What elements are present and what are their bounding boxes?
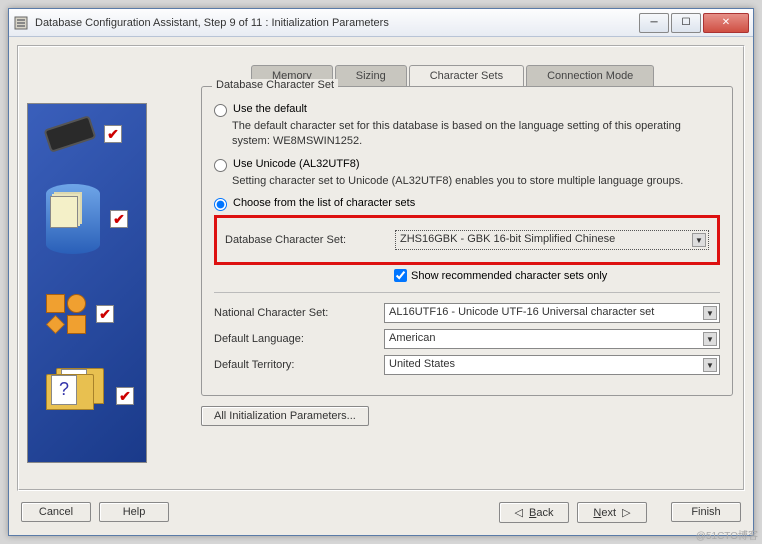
title-bar[interactable]: Database Configuration Assistant, Step 9… <box>9 9 753 37</box>
chevron-down-icon: ▼ <box>692 233 706 247</box>
radio-label: Use the default <box>233 103 307 115</box>
all-init-params-button[interactable]: All Initialization Parameters... <box>201 406 369 426</box>
dialog-window: Database Configuration Assistant, Step 9… <box>8 8 754 536</box>
step-icon-4: ✔ <box>46 374 106 418</box>
show-recommended-checkbox[interactable] <box>394 269 407 282</box>
db-charset-label: Database Character Set: <box>225 234 395 246</box>
button-bar: Cancel Help ◁ Back Next ▷ Finish <box>17 497 745 527</box>
radio-use-default[interactable] <box>214 104 227 117</box>
default-language-select[interactable]: American ▼ <box>384 329 720 349</box>
check-icon: ✔ <box>104 125 122 143</box>
check-icon: ✔ <box>110 210 128 228</box>
content-area: ✔ ✔ ✔ ✔ Memory Sizing <box>9 37 753 535</box>
check-icon: ✔ <box>116 387 134 405</box>
maximize-button[interactable]: ☐ <box>671 13 701 33</box>
tab-character-sets[interactable]: Character Sets <box>409 65 524 86</box>
chevron-down-icon: ▼ <box>703 358 717 372</box>
radio-label: Use Unicode (AL32UTF8) <box>233 158 360 170</box>
default-territory-label: Default Territory: <box>214 359 384 371</box>
step-icon-1: ✔ <box>46 122 94 146</box>
national-charset-label: National Character Set: <box>214 307 384 319</box>
db-charset-select[interactable]: ZHS16GBK - GBK 16-bit Simplified Chinese… <box>395 230 709 250</box>
check-icon: ✔ <box>96 305 114 323</box>
inner-panel: ✔ ✔ ✔ ✔ Memory Sizing <box>17 45 745 491</box>
radio-choose-list[interactable] <box>214 198 227 211</box>
wizard-sidebar: ✔ ✔ ✔ ✔ <box>27 103 147 463</box>
show-recommended-label: Show recommended character sets only <box>411 270 607 282</box>
tab-connection-mode[interactable]: Connection Mode <box>526 65 654 86</box>
db-charset-fieldset: Database Character Set Use the default T… <box>201 86 733 396</box>
back-button[interactable]: ◁ Back <box>499 502 569 523</box>
finish-button[interactable]: Finish <box>671 502 741 522</box>
close-button[interactable]: ✕ <box>703 13 749 33</box>
window-title: Database Configuration Assistant, Step 9… <box>35 17 637 29</box>
radio-label: Choose from the list of character sets <box>233 197 415 209</box>
help-button[interactable]: Help <box>99 502 169 522</box>
tab-sizing[interactable]: Sizing <box>335 65 407 86</box>
chevron-down-icon: ▼ <box>703 332 717 346</box>
step-icon-3: ✔ <box>46 294 86 334</box>
unicode-desc: Setting character set to Unicode (AL32UT… <box>232 174 720 189</box>
watermark: @51CTO博客 <box>696 527 758 542</box>
default-language-label: Default Language: <box>214 333 384 345</box>
cancel-button[interactable]: Cancel <box>21 502 91 522</box>
national-charset-select[interactable]: AL16UTF16 - Unicode UTF-16 Universal cha… <box>384 303 720 323</box>
step-icon-2: ✔ <box>46 184 100 254</box>
next-button[interactable]: Next ▷ <box>577 502 647 523</box>
chevron-down-icon: ▼ <box>703 306 717 320</box>
default-desc: The default character set for this datab… <box>232 119 720 150</box>
radio-use-unicode[interactable] <box>214 159 227 172</box>
default-territory-select[interactable]: United States ▼ <box>384 355 720 375</box>
app-icon <box>13 15 29 31</box>
highlight-box: Database Character Set: ZHS16GBK - GBK 1… <box>214 215 720 265</box>
minimize-button[interactable]: ─ <box>639 13 669 33</box>
fieldset-legend: Database Character Set <box>212 79 338 91</box>
